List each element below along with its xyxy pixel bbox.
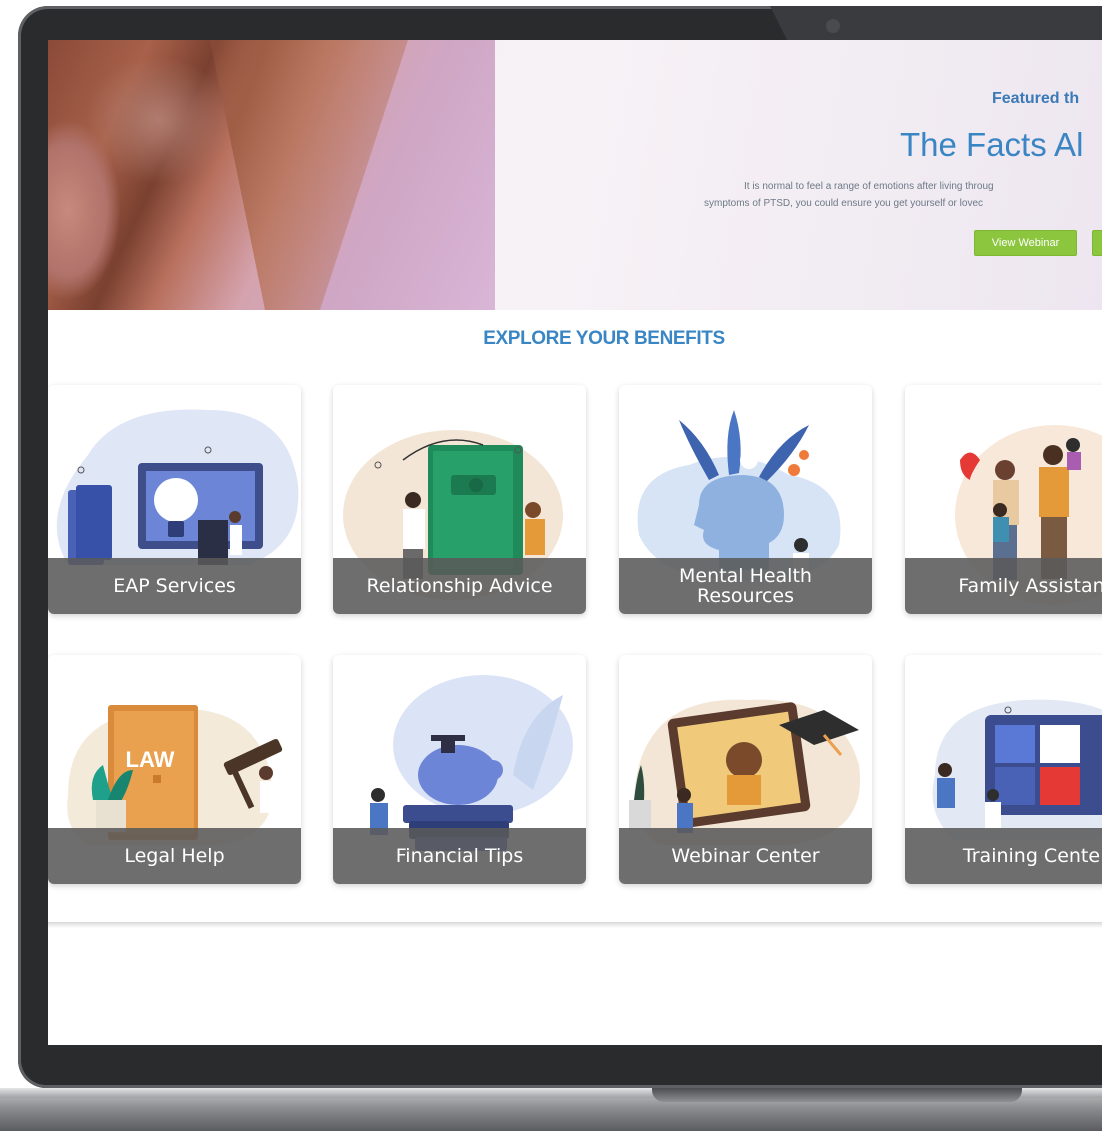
card-financial-tips[interactable]: Financial Tips: [333, 655, 586, 884]
laptop-base-notch: [652, 1088, 1022, 1102]
card-label: Training Cente: [905, 828, 1102, 884]
card-webinar-center[interactable]: Webinar Center: [619, 655, 872, 884]
hero-description-line-2: symptoms of PTSD, you could ensure you g…: [704, 198, 984, 209]
hero-description: It is normal to feel a range of emotions…: [704, 178, 1102, 212]
card-label: Webinar Center: [619, 828, 872, 884]
hero-title: The Facts Al: [900, 126, 1084, 163]
card-relationship-advice[interactable]: Relationship Advice: [333, 385, 586, 614]
view-webinar-button[interactable]: View Webinar: [974, 230, 1077, 256]
card-label: Family Assistan: [905, 558, 1102, 614]
hero-description-line-1: It is normal to feel a range of emotions…: [744, 181, 994, 192]
section-divider: [48, 922, 1102, 928]
card-label-line-2: Resources: [696, 585, 795, 607]
card-legal-help[interactable]: LAW Legal Help: [48, 655, 301, 884]
secondary-hero-button[interactable]: V: [1092, 230, 1102, 256]
website-screen: Featured th The Facts Al It is normal to…: [48, 40, 1102, 1045]
svg-text:LAW: LAW: [126, 747, 175, 772]
card-label: EAP Services: [48, 558, 301, 614]
hero-featured-label: Featured th: [992, 90, 1080, 107]
section-title: EXPLORE YOUR BENEFITS: [483, 328, 725, 349]
bezel-notch: [770, 6, 1102, 42]
card-label: Relationship Advice: [333, 558, 586, 614]
card-label: Financial Tips: [333, 828, 586, 884]
card-label: Legal Help: [48, 828, 301, 884]
card-label: Mental Health Resources: [619, 558, 872, 614]
camera-icon: [826, 19, 840, 33]
card-mental-health-resources[interactable]: Mental Health Resources: [619, 385, 872, 614]
hero-banner: Featured th The Facts Al It is normal to…: [48, 40, 1102, 310]
card-label-line-1: Mental Health: [679, 565, 812, 587]
card-eap-services[interactable]: EAP Services: [48, 385, 301, 614]
card-training-center[interactable]: Training Cente: [905, 655, 1102, 884]
card-family-assistance[interactable]: Family Assistan: [905, 385, 1102, 614]
